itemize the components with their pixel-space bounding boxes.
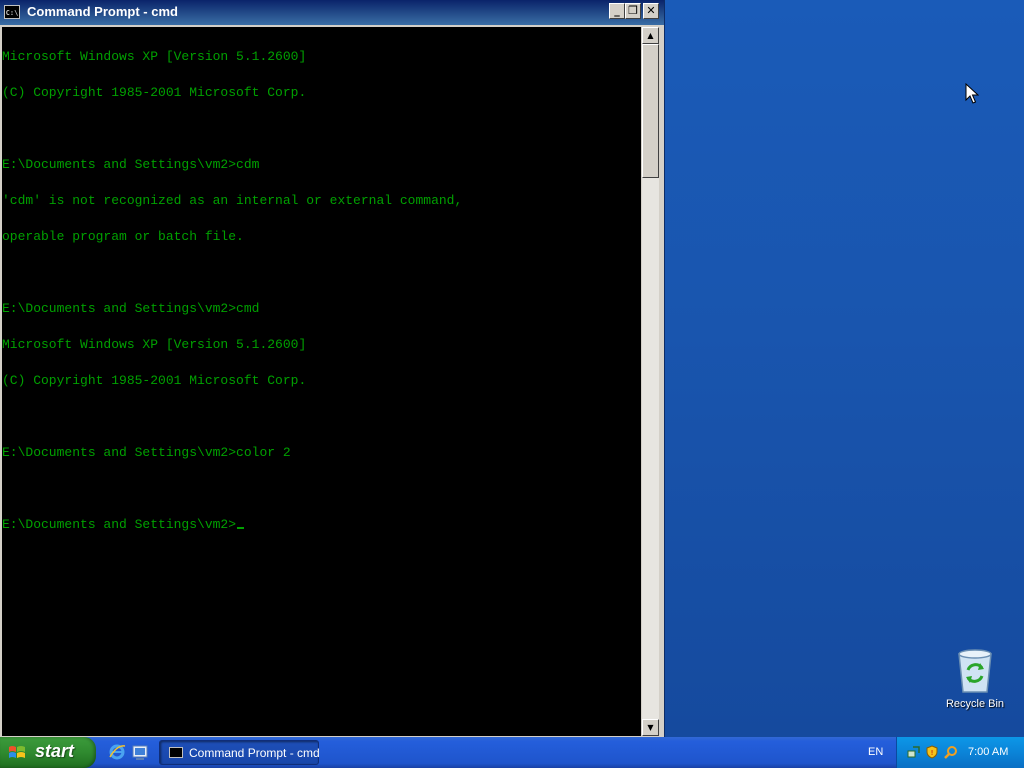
console-line: E:\Documents and Settings\vm2>color 2	[2, 445, 291, 460]
taskbar: start Command Prompt - cmd EN ! 7:00 AM	[0, 737, 1024, 768]
security-shield-icon[interactable]: !	[925, 745, 939, 759]
recycle-bin-desktop-icon[interactable]: Recycle Bin	[940, 642, 1010, 712]
console-line: Microsoft Windows XP [Version 5.1.2600]	[2, 49, 307, 64]
console-line: (C) Copyright 1985-2001 Microsoft Corp.	[2, 373, 307, 388]
scroll-up-button[interactable]: ▲	[642, 27, 659, 44]
show-desktop-icon[interactable]	[131, 743, 149, 761]
language-indicator[interactable]: EN	[868, 746, 883, 758]
taskbar-item-command-prompt[interactable]: Command Prompt - cmd	[159, 740, 320, 765]
minimize-button[interactable]: _	[609, 3, 625, 19]
close-button[interactable]: ✕	[643, 3, 659, 19]
console-line: operable program or batch file.	[2, 229, 244, 244]
mouse-pointer-icon	[965, 82, 980, 105]
taskbar-item-label: Command Prompt - cmd	[189, 746, 320, 760]
window-title: Command Prompt - cmd	[27, 4, 178, 19]
clock[interactable]: 7:00 AM	[968, 746, 1008, 758]
console-text: Microsoft Windows XP [Version 5.1.2600] …	[2, 27, 641, 555]
network-icon[interactable]	[907, 745, 921, 759]
scroll-thumb[interactable]	[642, 44, 659, 178]
console-line: (C) Copyright 1985-2001 Microsoft Corp.	[2, 85, 307, 100]
start-button[interactable]: start	[0, 737, 96, 768]
prompt-text: E:\Documents and Settings\vm2>	[2, 517, 237, 532]
console-line: E:\Documents and Settings\vm2>cmd	[2, 301, 260, 316]
system-tray: ! 7:00 AM	[896, 737, 1024, 768]
prompt-line[interactable]: E:\Documents and Settings\vm2>	[2, 517, 641, 532]
console-line: 'cdm' is not recognized as an internal o…	[2, 193, 463, 208]
recycle-bin-label: Recycle Bin	[945, 698, 1005, 710]
console-line: Microsoft Windows XP [Version 5.1.2600]	[2, 337, 307, 352]
recycle-bin-icon	[958, 649, 992, 693]
scroll-down-button[interactable]: ▼	[642, 719, 659, 736]
window-titlebar[interactable]: C:\ Command Prompt - cmd _ ❐ ✕	[0, 0, 664, 25]
text-cursor	[237, 527, 245, 529]
search-icon[interactable]	[944, 745, 958, 759]
internet-explorer-icon[interactable]	[108, 743, 126, 761]
command-prompt-window: C:\ Command Prompt - cmd _ ❐ ✕ Microsoft…	[0, 0, 664, 737]
windows-flag-icon	[9, 746, 25, 758]
console-line: E:\Documents and Settings\vm2>cdm	[2, 157, 260, 172]
svg-text:!: !	[931, 749, 934, 757]
cmd-system-icon[interactable]: C:\	[4, 5, 20, 19]
cmd-icon	[169, 747, 183, 758]
start-label: start	[35, 741, 75, 761]
console-output[interactable]: Microsoft Windows XP [Version 5.1.2600] …	[2, 27, 641, 736]
vertical-scrollbar[interactable]: ▲ ▼	[642, 27, 659, 736]
restore-button[interactable]: ❐	[625, 3, 641, 19]
